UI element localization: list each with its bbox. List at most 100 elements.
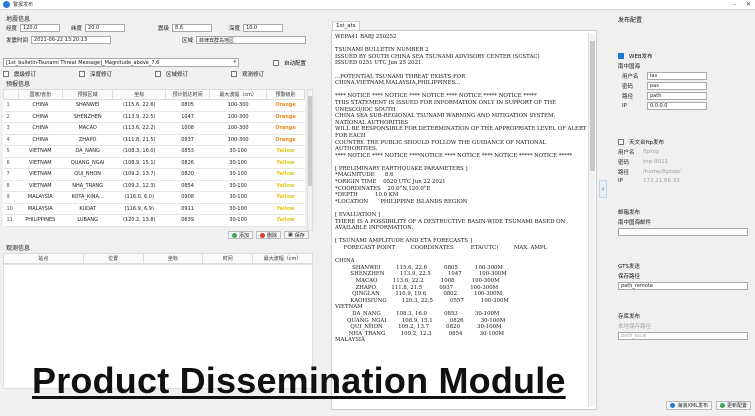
web-user-input[interactable]: ias (647, 72, 707, 80)
obs-table-header: 站点 位置 坐标 时间 最大波幅（cm） (3, 253, 313, 264)
table-cell: Orange (266, 122, 305, 135)
col-max-amp[interactable]: 最大波幅（cm） (209, 89, 268, 100)
local-path-label: 本地保存路径 (618, 324, 652, 330)
region-label: 区域 (182, 38, 194, 44)
web-path-label: 路径 (622, 94, 634, 100)
col-region[interactable]: 预报区域 (61, 89, 114, 100)
table-cell: VIETNAM (18, 145, 63, 158)
table-cell: 1047 (165, 111, 210, 123)
ftp-publish-toggle[interactable]: 天文台ftp发布 (618, 138, 755, 146)
obs-table: 站点 位置 坐标 时间 最大波幅（cm） (3, 253, 313, 264)
chevron-left-icon: ‹ (601, 185, 605, 193)
bulletin-text[interactable]: WEPA41 BABJ 250252 TSUNAMI BULLETIN NUMB… (335, 34, 587, 406)
update-config-button[interactable]: 更新配置 (715, 400, 751, 410)
add-button[interactable]: 添加 (228, 231, 254, 239)
table-row[interactable]: 11 PHILIPPINES LUBANG (120.2, 13.8) 0639 30-1… (3, 214, 305, 227)
obs-revise-checkbox[interactable] (231, 71, 238, 77)
table-row[interactable]: 9 MALAYSIA KOTA_KINA… (116.0, 6.0) 0908 30-10… (3, 191, 305, 204)
auto-config-checkbox[interactable] (273, 60, 279, 66)
table-cell: 1008 (165, 122, 210, 135)
table-cell: 30-100 (209, 168, 267, 181)
local-path-input[interactable]: path_local (618, 332, 748, 340)
publish-config-panel: 发布配置 WEB发布 南中国海 用户名 ias 密码 pas 路径 path IP 0.… (618, 15, 755, 410)
web-ip-row: IP 0.0.0.0 (618, 102, 755, 110)
ftp-path-row: 路径/home/ftptop/ (618, 168, 755, 176)
mail-target-label: 南中国海邮件 (618, 220, 652, 226)
ftp-path-value[interactable]: /home/ftptop/ (643, 169, 681, 175)
save-button[interactable]: ▣ 保存 (284, 231, 309, 239)
table-cell: 30-100 (209, 180, 267, 192)
obs-col-station[interactable]: 站点 (3, 253, 84, 264)
table-cell: Yellow (266, 214, 305, 227)
col-coords[interactable]: 坐标 (112, 89, 167, 100)
minimize-icon[interactable]: – (733, 1, 736, 8)
xml-publish-button[interactable]: 海浪XML发布 (666, 400, 712, 410)
depth-input[interactable]: 10.0 (243, 24, 284, 32)
time-input[interactable]: 2021-06-22 13:20:13 (31, 36, 112, 44)
table-cell: 3 (3, 122, 19, 135)
close-icon[interactable]: ✕ (746, 1, 751, 8)
depth-revise-label: 深度修订 (90, 72, 113, 78)
table-row[interactable]: 5 VIETNAM DA_NANG (108.3, 16.0) 0853 30-100 Ye… (3, 145, 305, 158)
table-row[interactable]: 2 CHINA SHENZHEN (113.9, 22.5) 1047 100-300 Or… (3, 111, 305, 123)
col-level[interactable]: 预警级别 (266, 89, 305, 100)
web-ip-input[interactable]: 0.0.0.0 (647, 102, 707, 110)
bulletin-tab[interactable]: 1st_ats (332, 21, 360, 30)
table-cell: MALAYSIA (18, 203, 63, 215)
lon-input[interactable]: 120.0 (20, 24, 61, 32)
table-row[interactable]: 10 MALAYSIA KUDAT (116.9, 6.9) 0911 30-100 Yel… (3, 203, 305, 215)
lat-label: 纬度 (71, 26, 83, 32)
web-path-input[interactable]: path (647, 92, 707, 100)
table-cell: DA_NANG (62, 145, 113, 158)
table-row[interactable]: 7 VIETNAM QUI_NHON (109.2, 13.7) 0820 30-100 Y… (3, 168, 305, 181)
delete-label: 删除 (267, 232, 278, 239)
ftp-pass-value[interactable]: tnp-9021 (643, 159, 668, 165)
obs-col-max-amp[interactable]: 最大波幅（cm） (252, 253, 313, 264)
region-input[interactable]: 菲律宾群岛地区 (196, 36, 307, 44)
ftp-publish-checkbox[interactable] (618, 139, 624, 145)
obs-col-coords[interactable]: 坐标 (142, 253, 204, 264)
table-row[interactable]: 3 CHINA MACAO (113.6, 22.2) 1008 100-300 Orang… (3, 122, 305, 135)
web-publish-checkbox[interactable] (618, 53, 624, 59)
mag-input[interactable]: 8.6 (172, 24, 213, 32)
table-cell: 0911 (165, 203, 210, 215)
table-row[interactable]: 8 VIETNAM NHA_TRANG (109.2, 12.3) 0854 30-100… (3, 180, 305, 192)
bulletin-scroll-thumb[interactable] (590, 41, 595, 171)
web-pass-input[interactable]: pas (647, 82, 707, 90)
table-cell: 4 (3, 134, 19, 146)
delete-button[interactable]: 删除 (256, 231, 282, 239)
forecast-scroll-thumb[interactable] (308, 96, 312, 186)
table-cell: 30-100 (209, 203, 267, 215)
lat-input[interactable]: 20.0 (85, 24, 126, 32)
table-cell: 100-300 (209, 122, 267, 135)
table-row[interactable]: 1 CHINA SHANWEI (115.6, 22.6) 0805 100-300 Ora… (3, 99, 305, 112)
table-cell: (109.2, 12.3) (112, 180, 166, 192)
col-eta[interactable]: 预计抵达时间 (165, 89, 211, 100)
web-publish-toggle[interactable]: WEB发布 (618, 52, 755, 60)
auto-config-toggle[interactable]: 自动配置 (273, 59, 306, 67)
forecast-actions: 添加 删除 ▣ 保存 (228, 231, 309, 239)
bulletin-scrollbar[interactable] (588, 33, 595, 407)
forecast-scrollbar[interactable] (307, 89, 313, 231)
collapse-panel-button[interactable]: ‹ (599, 180, 607, 198)
obs-col-location[interactable]: 位置 (82, 253, 144, 264)
ftp-ip-value[interactable]: 172.21.66.33 (643, 178, 680, 184)
ftp-user-value[interactable]: ftptop (643, 149, 660, 155)
table-cell: CHINA (18, 111, 63, 123)
table-cell: 5 (3, 145, 19, 158)
bulletin-type-select[interactable]: [1st_bulletin-Tsunami Threat Message]_Ma… (3, 58, 239, 67)
ftp-ip-row: IP 172.21.66.33 (618, 178, 755, 184)
col-country[interactable]: 国家/省份 (17, 89, 63, 100)
obs-col-time[interactable]: 时间 (202, 253, 254, 264)
gts-path-input[interactable]: path_remote (618, 282, 748, 290)
table-row[interactable]: 4 CHINA ZHAPO (111.8, 21.5) 0937 100-300 Orang… (3, 134, 305, 146)
xml-publish-label: 海浪XML发布 (677, 402, 708, 409)
mail-input[interactable] (618, 228, 748, 236)
quake-revise-checkbox[interactable] (3, 71, 9, 77)
table-row[interactable]: 6 VIETNAM QUANG_NGAI (108.9, 15.1) 0826 30-10… (3, 157, 305, 169)
depth-revise-checkbox[interactable] (79, 71, 86, 77)
table-cell: 7 (3, 168, 19, 181)
region-revise-checkbox[interactable] (155, 71, 162, 77)
window-titlebar: 警报发布 – ✕ (0, 0, 755, 10)
time-label: 发震时间 (6, 38, 29, 44)
